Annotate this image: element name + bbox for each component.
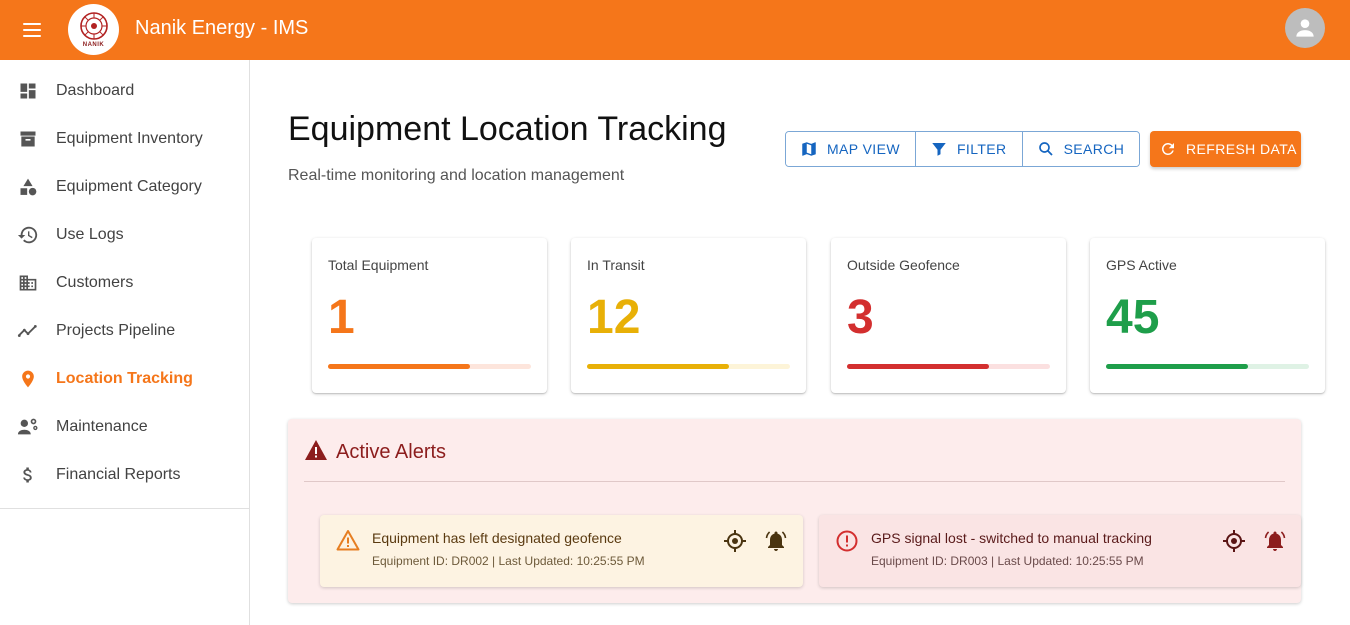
sidebar-item-customers[interactable]: Customers xyxy=(0,259,249,307)
stat-progress-bar xyxy=(1106,364,1309,369)
map-icon xyxy=(800,140,818,158)
stat-progress-fill xyxy=(1106,364,1249,369)
search-button[interactable]: SEARCH xyxy=(1021,132,1140,166)
stat-progress-fill xyxy=(328,364,471,369)
alert-actions xyxy=(723,529,788,553)
refresh-icon xyxy=(1159,140,1177,158)
history-icon xyxy=(17,224,39,246)
map-view-button[interactable]: MAP VIEW xyxy=(786,132,915,166)
engineering-icon xyxy=(17,416,39,438)
category-icon xyxy=(17,176,39,198)
refresh-data-label: REFRESH DATA xyxy=(1186,141,1297,157)
alarm-bell-icon[interactable] xyxy=(764,529,788,553)
refresh-data-button[interactable]: REFRESH DATA xyxy=(1150,131,1301,167)
sidebar-item-label: Location Tracking xyxy=(56,370,193,387)
search-label: SEARCH xyxy=(1063,141,1125,157)
app-bar: NANIK Nanik Energy - IMS xyxy=(0,0,1350,60)
search-icon xyxy=(1037,140,1055,158)
sidebar-item-equipment-inventory[interactable]: Equipment Inventory xyxy=(0,115,249,163)
stat-value: 12 xyxy=(587,291,641,344)
stat-card-in-transit: In Transit 12 xyxy=(571,238,806,393)
main-content: Equipment Location Tracking Real-time mo… xyxy=(250,60,1350,625)
sidebar: Dashboard Equipment Inventory Equipment … xyxy=(0,60,250,625)
company-logo[interactable]: NANIK xyxy=(68,4,119,55)
stat-progress-fill xyxy=(847,364,990,369)
warning-outline-icon xyxy=(336,529,360,556)
sidebar-item-label: Equipment Inventory xyxy=(56,130,203,147)
stat-value: 1 xyxy=(328,291,355,344)
sidebar-item-label: Equipment Category xyxy=(56,178,202,195)
active-alerts-panel: Active Alerts Equipment has left designa… xyxy=(288,419,1301,603)
stat-label: In Transit xyxy=(587,257,645,273)
filter-label: FILTER xyxy=(956,141,1007,157)
alert-meta: Equipment ID: DR002 | Last Updated: 10:2… xyxy=(372,554,645,568)
sidebar-item-dashboard[interactable]: Dashboard xyxy=(0,67,249,115)
sidebar-item-label: Customers xyxy=(56,274,134,291)
locate-target-icon[interactable] xyxy=(1222,529,1246,553)
stat-value: 3 xyxy=(847,291,874,344)
stat-progress-bar xyxy=(328,364,531,369)
stat-card-outside-geofence: Outside Geofence 3 xyxy=(831,238,1066,393)
stat-progress-fill xyxy=(587,364,730,369)
error-outline-icon xyxy=(835,529,859,558)
sidebar-nav-list: Dashboard Equipment Inventory Equipment … xyxy=(0,60,249,509)
building-icon xyxy=(17,272,39,294)
sidebar-item-use-logs[interactable]: Use Logs xyxy=(0,211,249,259)
alerts-title: Active Alerts xyxy=(336,441,447,463)
sidebar-item-label: Financial Reports xyxy=(56,466,181,483)
app-title: Nanik Energy - IMS xyxy=(135,17,309,39)
sidebar-item-projects-pipeline[interactable]: Projects Pipeline xyxy=(0,307,249,355)
user-avatar-icon[interactable] xyxy=(1285,8,1325,48)
stat-progress-bar xyxy=(587,364,790,369)
alerts-header: Active Alerts xyxy=(304,439,446,466)
view-button-group: MAP VIEW FILTER SEARCH xyxy=(785,131,1141,167)
sidebar-item-location-tracking[interactable]: Location Tracking xyxy=(0,355,249,403)
hamburger-menu-icon[interactable] xyxy=(16,14,48,46)
sidebar-item-maintenance[interactable]: Maintenance xyxy=(0,403,249,451)
dashboard-icon xyxy=(17,80,39,102)
alarm-bell-icon[interactable] xyxy=(1263,529,1287,553)
stat-card-total-equipment: Total Equipment 1 xyxy=(312,238,547,393)
filter-icon xyxy=(930,140,948,158)
sidebar-item-label: Maintenance xyxy=(56,418,148,435)
page-subtitle: Real-time monitoring and location manage… xyxy=(288,167,625,184)
inventory-icon xyxy=(17,128,39,150)
map-view-label: MAP VIEW xyxy=(827,141,900,157)
alert-actions xyxy=(1222,529,1287,553)
stat-card-gps-active: GPS Active 45 xyxy=(1090,238,1325,393)
warning-triangle-icon xyxy=(304,439,328,466)
alert-card-gps-lost: GPS signal lost - switched to manual tra… xyxy=(819,515,1301,587)
alerts-divider xyxy=(304,481,1285,482)
dollar-icon xyxy=(17,464,39,486)
stat-value: 45 xyxy=(1106,291,1160,344)
logo-text: NANIK xyxy=(82,42,105,48)
alert-message: Equipment has left designated geofence xyxy=(372,530,622,546)
alert-message: GPS signal lost - switched to manual tra… xyxy=(871,530,1152,546)
logo-emblem-icon xyxy=(79,12,108,40)
sidebar-item-financial-reports[interactable]: Financial Reports xyxy=(0,451,249,499)
trend-icon xyxy=(17,320,39,342)
stat-label: Outside Geofence xyxy=(847,257,960,273)
alert-card-geofence: Equipment has left designated geofence E… xyxy=(320,515,803,587)
stat-label: GPS Active xyxy=(1106,257,1177,273)
alert-meta: Equipment ID: DR003 | Last Updated: 10:2… xyxy=(871,554,1144,568)
sidebar-item-label: Dashboard xyxy=(56,82,135,99)
sidebar-item-equipment-category[interactable]: Equipment Category xyxy=(0,163,249,211)
locate-target-icon[interactable] xyxy=(723,529,747,553)
filter-button[interactable]: FILTER xyxy=(914,132,1022,166)
sidebar-item-label: Projects Pipeline xyxy=(56,322,176,339)
location-pin-icon xyxy=(17,368,39,390)
stat-label: Total Equipment xyxy=(328,257,429,273)
page-title: Equipment Location Tracking xyxy=(288,110,727,148)
stat-progress-bar xyxy=(847,364,1050,369)
sidebar-item-label: Use Logs xyxy=(56,226,124,243)
